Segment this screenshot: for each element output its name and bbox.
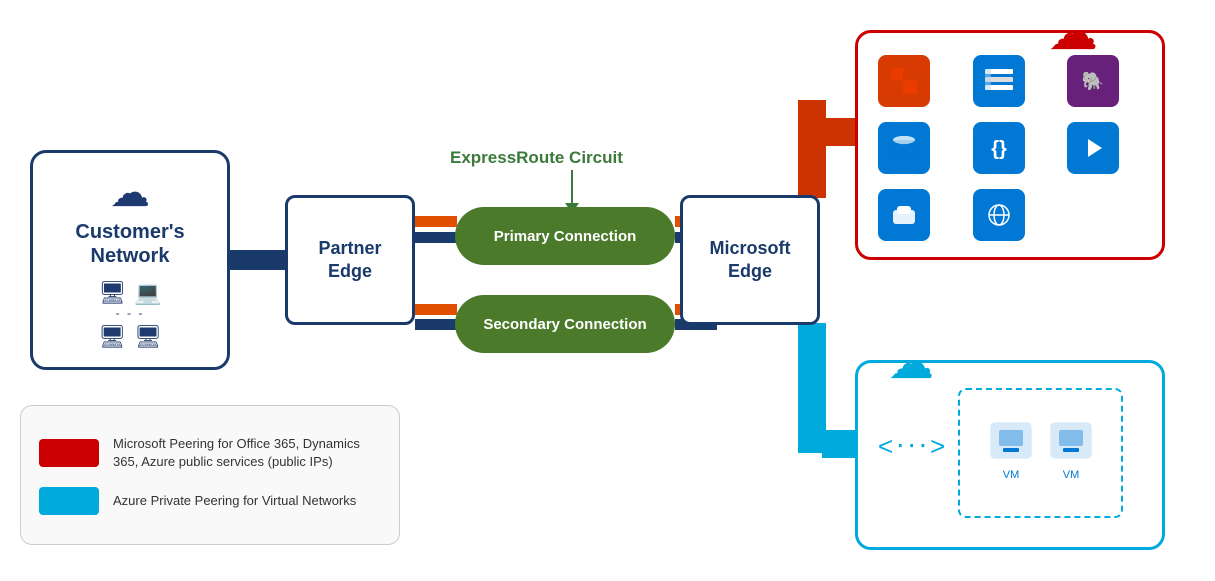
media-services-icon bbox=[1067, 122, 1119, 174]
computer-icon-4: 🖥 bbox=[134, 324, 162, 350]
blob-storage-icon bbox=[878, 189, 930, 241]
legend-box: Microsoft Peering for Office 365, Dynami… bbox=[20, 405, 400, 545]
secondary-connection-label: Secondary Connection bbox=[483, 316, 646, 333]
computer-icon-2: 💻 bbox=[134, 280, 161, 306]
customer-network-box: ☁ Customer's Network 🖥 💻 - - - 🖥 🖥 bbox=[30, 150, 230, 370]
svg-text:🐘: 🐘 bbox=[1082, 71, 1104, 91]
globe-icon-cell bbox=[969, 187, 1029, 242]
hdinsight-icon: 🐘 bbox=[1067, 55, 1119, 107]
legend-red-text: Microsoft Peering for Office 365, Dynami… bbox=[113, 435, 381, 470]
legend-item-blue: Azure Private Peering for Virtual Networ… bbox=[39, 487, 381, 515]
legend-item-red: Microsoft Peering for Office 365, Dynami… bbox=[39, 435, 381, 470]
ms-edge-label: Microsoft Edge bbox=[710, 237, 791, 284]
hdinsight-icon-cell: 🐘 bbox=[1063, 53, 1123, 108]
secondary-connection-capsule: Secondary Connection bbox=[455, 295, 675, 353]
cdn-icon bbox=[973, 189, 1025, 241]
peering-dots-icon: <‧‧‧> bbox=[878, 431, 948, 462]
partner-edge-box: Partner Edge bbox=[285, 195, 415, 325]
office365-icon bbox=[878, 55, 930, 107]
legend-blue-text: Azure Private Peering for Virtual Networ… bbox=[113, 492, 356, 510]
expressroute-circuit-label: ExpressRoute Circuit bbox=[450, 148, 623, 168]
azure-vnet-box: ☁ VM VM <‧‧‧> bbox=[855, 360, 1165, 550]
office-services-box: ☁ bbox=[855, 30, 1165, 260]
office365-icon-cell bbox=[874, 53, 934, 108]
computer-icon-1: 🖥 bbox=[98, 280, 126, 306]
vm-icons-svg: VM VM bbox=[981, 408, 1101, 498]
table-storage-icon bbox=[973, 55, 1025, 107]
primary-connection-capsule: Primary Connection bbox=[455, 207, 675, 265]
customer-cloud-icon: ☁ bbox=[110, 170, 150, 216]
office-icons-grid: 🐘 SQL bbox=[858, 33, 1162, 257]
braces-icon-cell: {} bbox=[969, 120, 1029, 175]
azure-cloud-icon: ☁ bbox=[888, 335, 934, 389]
api-management-icon: {} bbox=[973, 122, 1025, 174]
table-icon-cell bbox=[969, 53, 1029, 108]
diagram-container: ☁ Customer's Network 🖥 💻 - - - 🖥 🖥 Partn… bbox=[0, 0, 1215, 581]
microsoft-edge-box: Microsoft Edge bbox=[680, 195, 820, 325]
storage-icon-cell bbox=[874, 187, 934, 242]
azure-inner-dashed-box: VM VM bbox=[958, 388, 1123, 518]
sql-database-icon: SQL bbox=[878, 122, 930, 174]
network-dots: - - - bbox=[116, 306, 145, 320]
partner-edge-label: Partner Edge bbox=[318, 237, 381, 284]
customer-network-icon: 🖥 💻 - - - 🖥 🖥 bbox=[98, 276, 162, 350]
sql-icon-cell: SQL bbox=[874, 120, 934, 175]
primary-connection-label: Primary Connection bbox=[494, 228, 637, 245]
customer-label: Customer's Network bbox=[75, 220, 184, 268]
legend-blue-box bbox=[39, 487, 99, 515]
svg-text:VM: VM bbox=[1062, 469, 1079, 481]
svg-text:{}: {} bbox=[991, 138, 1007, 160]
media-icon-cell bbox=[1063, 120, 1123, 175]
office-cloud-icon: ☁ bbox=[1048, 3, 1098, 61]
svg-text:VM: VM bbox=[1002, 469, 1019, 481]
legend-red-box bbox=[39, 439, 99, 467]
computer-icon-3: 🖥 bbox=[98, 324, 126, 350]
